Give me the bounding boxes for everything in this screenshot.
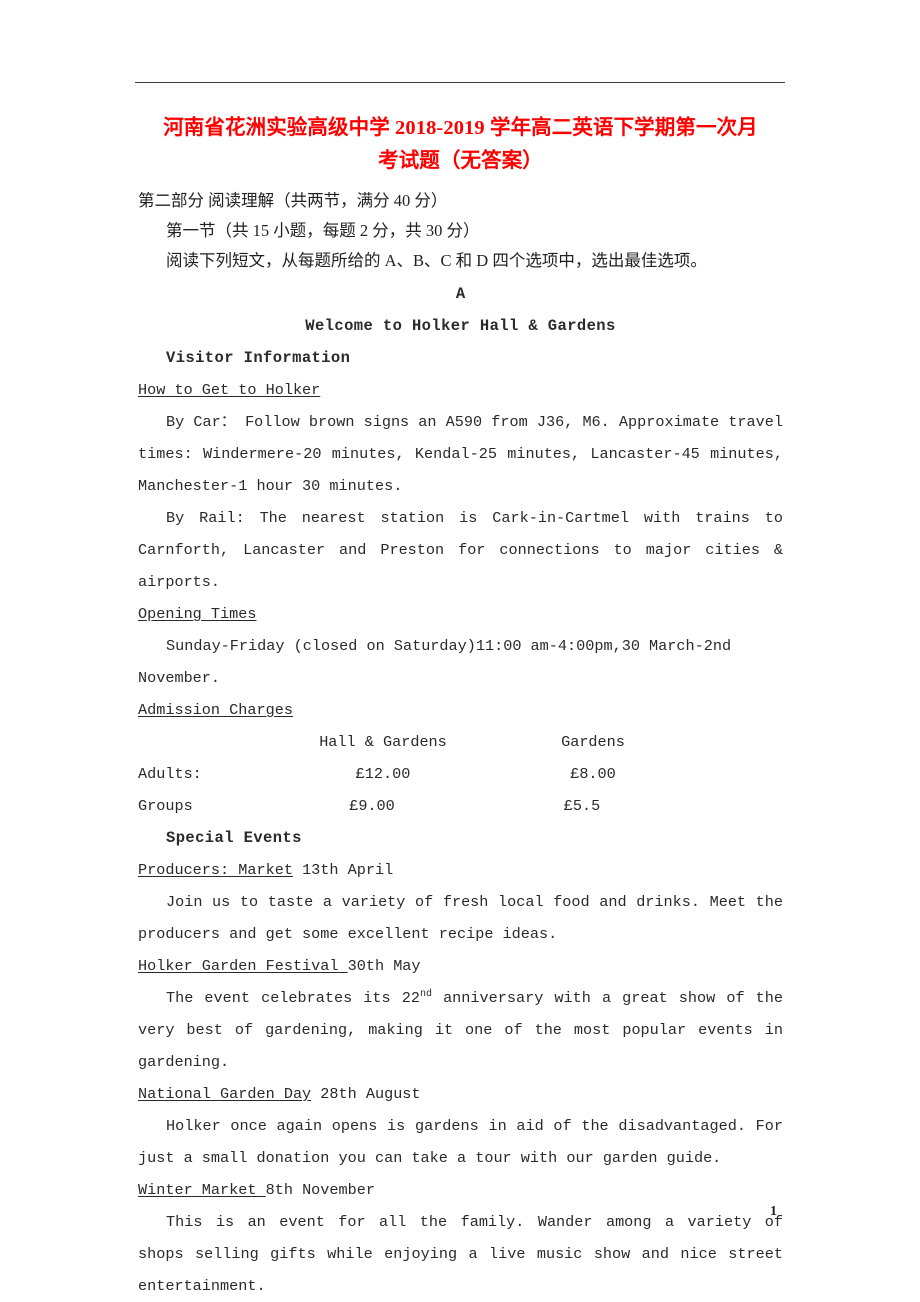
- event-body-holker-garden-festival: The event celebrates its 22nd anniversar…: [138, 982, 783, 1078]
- event-date-producers-market: 13th April: [292, 861, 394, 879]
- groups-hall-gardens-price: £9.00: [349, 797, 395, 815]
- opening-times-heading-text: Opening Times: [138, 605, 257, 623]
- table-header-row: Hall & Gardens Gardens: [138, 726, 698, 758]
- row-label-adults: Adults:: [138, 765, 202, 783]
- document-title-line-1: 河南省花洲实验高级中学 2018-2019 学年高二英语下学期第一次月: [163, 117, 758, 139]
- event-date-holker-garden-festival: 30th May: [347, 957, 421, 975]
- row-label-groups: Groups: [138, 797, 193, 815]
- document-page: 河南省花洲实验高级中学 2018-2019 学年高二英语下学期第一次月 考试题（…: [0, 0, 920, 1302]
- adults-gardens-price: £8.00: [570, 765, 616, 783]
- event-heading-winter-market: Winter Market 8th November: [138, 1174, 783, 1206]
- passage-letter: A: [455, 285, 466, 303]
- groups-gardens-price: £5.5: [563, 797, 601, 815]
- part-heading: 第二部分 阅读理解（共两节，满分 40 分）: [138, 191, 448, 210]
- admission-charges-table: Hall & Gardens Gardens Adults: £12.00 £8…: [138, 726, 698, 822]
- table-row: Groups £9.00 £5.5: [138, 790, 698, 822]
- admission-charges-heading: Admission Charges: [138, 694, 783, 726]
- adults-hall-gardens-price: £12.00: [355, 765, 411, 783]
- how-to-get-heading: How to Get to Holker: [138, 374, 783, 406]
- table-row: Adults: £12.00 £8.00: [138, 758, 698, 790]
- section-heading: 第一节（共 15 小题，每题 2 分，共 30 分）: [166, 221, 480, 240]
- page-number: 1: [770, 1204, 777, 1219]
- event-body-producers-market: Join us to taste a variety of fresh loca…: [138, 893, 783, 943]
- event-date-national-garden-day: 28th August: [311, 1085, 421, 1103]
- event-name-winter-market: Winter Market: [138, 1181, 266, 1199]
- header-divider-rule: [135, 82, 785, 83]
- visitor-information-heading: Visitor Information: [166, 349, 351, 367]
- event-date-winter-market: 8th November: [265, 1181, 375, 1199]
- by-rail-paragraph: By Rail: The nearest station is Cark-in-…: [138, 509, 783, 591]
- event-name-holker-garden-festival: Holker Garden Festival: [138, 957, 348, 975]
- by-car-paragraph: By Car： Follow brown signs an A590 from …: [138, 413, 783, 495]
- event-heading-holker-garden-festival: Holker Garden Festival 30th May: [138, 950, 783, 982]
- event-heading-national-garden-day: National Garden Day 28th August: [138, 1078, 783, 1110]
- event-heading-producers-market: Producers: Market 13th April: [138, 854, 783, 886]
- event-name-national-garden-day: National Garden Day: [138, 1085, 312, 1103]
- document-content: 河南省花洲实验高级中学 2018-2019 学年高二英语下学期第一次月 考试题（…: [138, 112, 783, 1302]
- admission-charges-heading-text: Admission Charges: [138, 701, 293, 719]
- opening-times-heading: Opening Times: [138, 598, 783, 630]
- how-to-get-heading-text: How to Get to Holker: [138, 381, 321, 399]
- passage-title: Welcome to Holker Hall & Gardens: [305, 317, 616, 335]
- event-body-part-1: The event celebrates its 22: [166, 989, 420, 1007]
- reading-directions: 阅读下列短文，从每题所给的 A、B、C 和 D 四个选项中，选出最佳选项。: [166, 251, 707, 270]
- event-body-national-garden-day: Holker once again opens is gardens in ai…: [138, 1117, 783, 1167]
- table-header-hall-gardens: Hall & Gardens: [319, 733, 447, 751]
- event-name-producers-market: Producers: Market: [138, 861, 293, 879]
- table-header-gardens: Gardens: [561, 733, 625, 751]
- special-events-heading: Special Events: [166, 829, 302, 847]
- table-header-blank: [138, 726, 278, 758]
- document-title: 河南省花洲实验高级中学 2018-2019 学年高二英语下学期第一次月 考试题（…: [138, 112, 783, 178]
- event-body-winter-market: This is an event for all the family. Wan…: [138, 1213, 783, 1295]
- ordinal-suffix: nd: [419, 988, 432, 1000]
- document-title-line-2: 考试题（无答案）: [378, 150, 543, 172]
- opening-times-paragraph: Sunday-Friday (closed on Saturday)11:00 …: [138, 637, 732, 687]
